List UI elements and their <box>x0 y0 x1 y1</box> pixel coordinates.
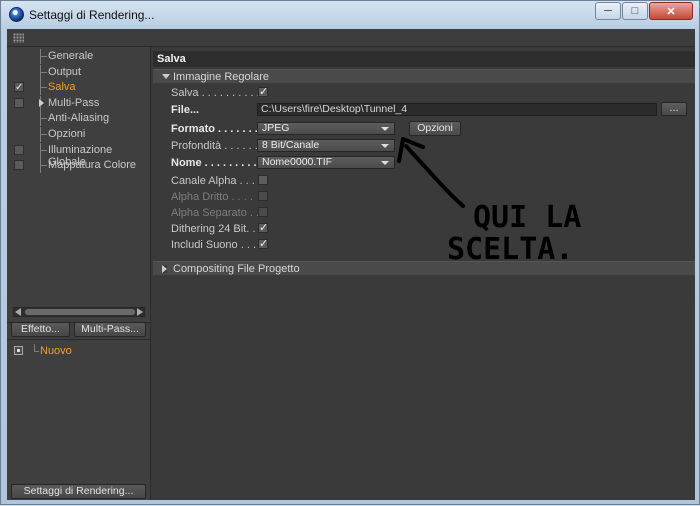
nome-dropdown[interactable]: Nome0000.TIF <box>257 156 395 169</box>
settings-panel: Salva Immagine Regolare Salva . . . . . … <box>153 47 695 500</box>
tree-connector <box>40 56 47 57</box>
browse-button[interactable]: ... <box>661 102 687 116</box>
chevron-down-icon <box>381 161 389 165</box>
group-immagine-regolare[interactable]: Immagine Regolare <box>153 69 695 83</box>
row-salva: Salva . . . . . . . . . . ✓ <box>153 85 695 101</box>
chevron-down-icon <box>381 127 389 131</box>
sidebar-item-label: Mappatura Colore <box>48 159 137 172</box>
formato-value: JPEG <box>262 122 290 134</box>
file-label: File... <box>171 104 200 116</box>
expand-arrow-icon[interactable] <box>39 98 44 107</box>
title-bar[interactable]: Settaggi di Rendering... ─ □ ✕ <box>1 1 699 29</box>
group-title: Compositing File Progetto <box>173 263 300 275</box>
row-canale-alpha: Canale Alpha . . . . <box>153 173 695 189</box>
includi-suono-label: Includi Suono . . . . <box>171 239 263 251</box>
row-file: File... C:\Users\fire\Desktop\Tunnel_4 .… <box>153 102 695 118</box>
nome-value: Nome0000.TIF <box>262 156 333 168</box>
sidebar-item-anti-aliasing[interactable]: Anti-Aliasing <box>7 111 151 127</box>
sidebar-item-mappatura-colore[interactable]: Mappatura Colore <box>7 158 151 174</box>
settings-sidebar: Generale Output ✓ Salva Multi-Pass Anti-Alias… <box>7 47 151 500</box>
active-preset-icon <box>14 346 23 355</box>
sidebar-item-output[interactable]: Output <box>7 64 151 80</box>
row-profondita: Profondità . . . . . . 8 Bit/Canale <box>153 138 695 154</box>
close-button[interactable]: ✕ <box>649 2 693 20</box>
tree-connector <box>40 71 47 73</box>
scroll-left-icon[interactable] <box>15 308 21 316</box>
grip-dots-icon[interactable] <box>13 33 24 43</box>
sidebar-item-label: Output <box>48 65 82 78</box>
alpha-dritto-label: Alpha Dritto . . . . <box>171 191 253 203</box>
client-area: Generale Output ✓ Salva Multi-Pass Anti-Alias… <box>7 47 695 500</box>
tree-connector <box>40 165 47 167</box>
canale-alpha-label: Canale Alpha . . . . <box>171 175 261 187</box>
render-preset-item[interactable]: Nuovo <box>7 344 151 359</box>
row-formato: Formato . . . . . . . JPEG Opzioni <box>153 121 695 137</box>
sidebar-item-generale[interactable]: Generale <box>7 49 151 64</box>
row-dithering: Dithering 24 Bit. . . ✓ <box>153 221 695 237</box>
cinema4d-app-icon <box>9 7 24 22</box>
tree-connector <box>40 149 47 151</box>
profondita-label: Profondità . . . . . . <box>171 140 258 152</box>
sidebar-item-checkbox[interactable] <box>14 144 24 155</box>
tree-connector <box>34 351 39 352</box>
group-compositing[interactable]: Compositing File Progetto <box>153 261 695 275</box>
canale-alpha-checkbox[interactable] <box>258 175 268 185</box>
window-controls: ─ □ ✕ <box>594 2 693 20</box>
render-settings-button[interactable]: Settaggi di Rendering... <box>11 484 146 499</box>
profondita-dropdown[interactable]: 8 Bit/Canale <box>257 139 395 152</box>
sidebar-item-checkbox[interactable]: ✓ <box>14 82 24 93</box>
row-alpha-dritto: Alpha Dritto . . . . <box>153 189 695 205</box>
scrollbar-thumb[interactable] <box>25 309 135 315</box>
tree-connector <box>40 118 47 120</box>
formato-label: Formato . . . . . . . <box>171 123 258 135</box>
sidebar-item-illuminazione-globale[interactable]: Illuminazione Globale <box>7 142 151 168</box>
row-includi-suono: Includi Suono . . . . ✓ <box>153 237 695 253</box>
sidebar-item-multi-pass[interactable]: Multi-Pass <box>7 95 151 111</box>
render-settings-window: Settaggi di Rendering... ─ □ ✕ Generale O… <box>0 0 700 505</box>
profondita-value: 8 Bit/Canale <box>262 139 320 151</box>
salva-label: Salva . . . . . . . . . . <box>171 87 260 99</box>
sidebar-item-label: Opzioni <box>48 128 86 140</box>
alpha-dritto-checkbox[interactable] <box>258 191 268 201</box>
tree-connector <box>40 134 47 135</box>
sidebar-item-opzioni[interactable]: Opzioni <box>7 127 151 142</box>
multipass-button[interactable]: Multi-Pass... <box>74 322 146 337</box>
section-title: Salva <box>153 51 695 67</box>
scroll-right-icon[interactable] <box>137 308 143 316</box>
tree-connector <box>40 87 47 89</box>
nome-label: Nome . . . . . . . . . <box>171 157 257 169</box>
formato-dropdown[interactable]: JPEG <box>257 122 395 135</box>
window-title: Settaggi di Rendering... <box>29 8 155 22</box>
sidebar-item-label: Multi-Pass <box>48 96 100 109</box>
row-alpha-separato: Alpha Separato . . <box>153 205 695 221</box>
alpha-separato-checkbox[interactable] <box>258 207 268 217</box>
dithering-label: Dithering 24 Bit. . . <box>171 223 262 235</box>
file-path-field[interactable]: C:\Users\fire\Desktop\Tunnel_4 <box>257 103 657 116</box>
render-preset-label: Nuovo <box>40 345 72 357</box>
alpha-separato-label: Alpha Separato . . <box>171 207 260 219</box>
sidebar-horizontal-scrollbar[interactable] <box>13 307 145 317</box>
group-title: Immagine Regolare <box>173 71 269 83</box>
salva-checkbox[interactable]: ✓ <box>258 87 268 98</box>
row-nome: Nome . . . . . . . . . Nome0000.TIF <box>153 155 695 171</box>
dithering-checkbox[interactable]: ✓ <box>258 223 268 234</box>
chevron-down-icon <box>381 144 389 148</box>
effetto-button[interactable]: Effetto... <box>11 322 70 337</box>
toolbar <box>7 29 695 47</box>
collapse-triangle-icon[interactable] <box>162 74 170 79</box>
divider <box>7 339 151 340</box>
opzioni-button[interactable]: Opzioni <box>409 121 461 136</box>
includi-suono-checkbox[interactable]: ✓ <box>258 239 268 250</box>
sidebar-item-label: Anti-Aliasing <box>48 112 110 125</box>
sidebar-item-salva[interactable]: ✓ Salva <box>7 80 151 96</box>
minimize-button[interactable]: ─ <box>595 2 621 20</box>
sidebar-item-checkbox[interactable] <box>14 160 24 171</box>
sidebar-item-label: Salva <box>48 81 76 94</box>
sidebar-item-label: Generale <box>48 50 94 62</box>
maximize-button[interactable]: □ <box>622 2 648 20</box>
expand-triangle-icon[interactable] <box>162 265 167 273</box>
sidebar-item-checkbox[interactable] <box>14 97 24 108</box>
